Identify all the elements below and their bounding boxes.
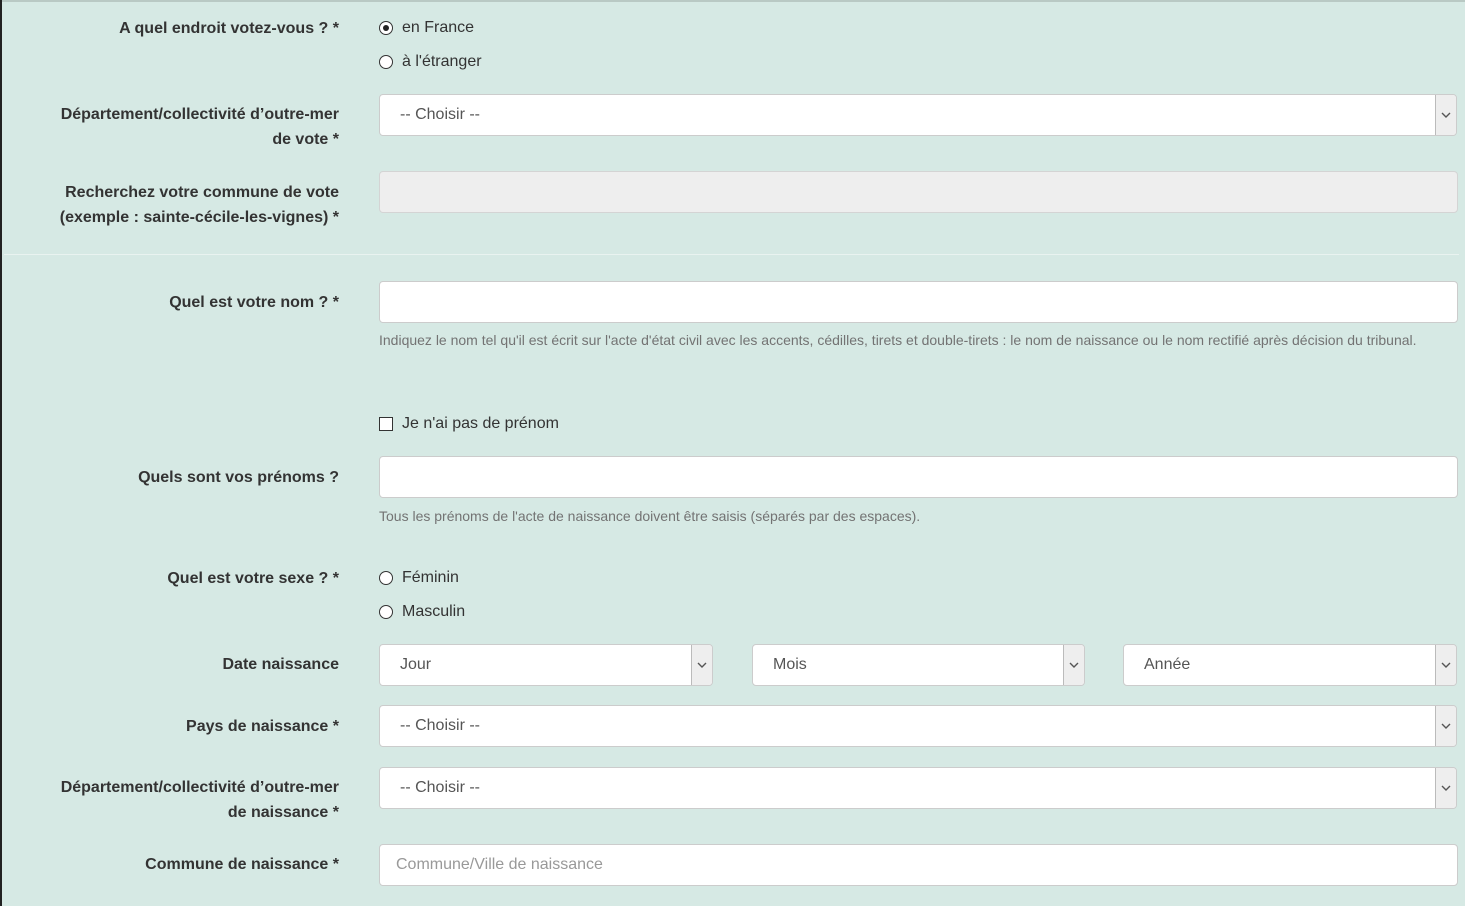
- radio-label-feminin: Féminin: [402, 569, 459, 586]
- radio-button[interactable]: [379, 55, 393, 69]
- commune-naissance-label: Commune de naissance *: [145, 856, 339, 873]
- nom-input[interactable]: [379, 281, 1458, 323]
- date-naissance-label: Date naissance: [222, 656, 339, 673]
- day-value: Jour: [400, 656, 432, 673]
- chevron-down-icon[interactable]: [1435, 706, 1456, 746]
- vote-location-label: A quel endroit votez-vous ? *: [119, 20, 339, 37]
- month-select[interactable]: Mois: [752, 644, 1085, 686]
- chevron-down-icon[interactable]: [1435, 768, 1456, 808]
- no-prenom-checkbox[interactable]: [379, 417, 393, 431]
- commune-naissance-placeholder: Commune/Ville de naissance: [396, 856, 603, 873]
- radio-label-en-france: en France: [402, 19, 475, 36]
- department-vote-label-line1: Département/collectivité d’outre-mer: [60, 106, 339, 123]
- commune-naissance-input[interactable]: Commune/Ville de naissance: [379, 844, 1458, 886]
- prenoms-input[interactable]: [379, 456, 1458, 498]
- radio-label-masculin: Masculin: [402, 603, 466, 620]
- radio-button[interactable]: [379, 605, 393, 619]
- radio-etranger[interactable]: à l'étranger: [379, 52, 482, 72]
- year-value: Année: [1144, 656, 1191, 673]
- pays-naissance-value: -- Choisir --: [400, 717, 480, 734]
- radio-button-checked[interactable]: [379, 21, 393, 35]
- department-vote-label: Département/collectivité d’outre-mer de …: [61, 102, 339, 152]
- department-naissance-label: Département/collectivité d’outre-mer de …: [61, 775, 339, 825]
- top-border: [2, 0, 1465, 2]
- department-vote-label-line2: de vote *: [272, 131, 339, 148]
- pays-naissance-select[interactable]: -- Choisir --: [379, 705, 1457, 747]
- year-select[interactable]: Année: [1123, 644, 1457, 686]
- department-vote-select[interactable]: -- Choisir --: [379, 94, 1457, 136]
- prenoms-help-text: Tous les prénoms de l'acte de naissance …: [379, 508, 921, 524]
- radio-feminin[interactable]: Féminin: [379, 568, 459, 588]
- nom-label: Quel est votre nom ? *: [169, 294, 339, 311]
- department-vote-value: -- Choisir --: [400, 106, 480, 123]
- radio-label-etranger: à l'étranger: [402, 53, 482, 70]
- nom-help-text: Indiquez le nom tel qu'il est écrit sur …: [379, 332, 1417, 348]
- radio-button[interactable]: [379, 571, 393, 585]
- chevron-down-icon[interactable]: [1063, 645, 1084, 685]
- day-select[interactable]: Jour: [379, 644, 713, 686]
- commune-vote-label-line2: (exemple : sainte-cécile-les-vignes) *: [59, 209, 339, 226]
- commune-vote-label: Recherchez votre commune de vote (exempl…: [60, 180, 339, 230]
- prenoms-label: Quels sont vos prénoms ?: [138, 469, 339, 486]
- sexe-label: Quel est votre sexe ? *: [167, 570, 339, 587]
- month-value: Mois: [773, 656, 807, 673]
- radio-masculin[interactable]: Masculin: [379, 602, 465, 622]
- chevron-down-icon[interactable]: [1435, 645, 1456, 685]
- chevron-down-icon[interactable]: [691, 645, 712, 685]
- no-prenom-checkbox-row[interactable]: Je n'ai pas de prénom: [379, 414, 559, 434]
- department-naissance-label-line1: Département/collectivité d’outre-mer: [60, 779, 339, 796]
- pays-naissance-label: Pays de naissance *: [186, 718, 339, 735]
- chevron-down-icon[interactable]: [1435, 95, 1456, 135]
- commune-vote-input[interactable]: [379, 171, 1458, 213]
- commune-vote-label-line1: Recherchez votre commune de vote: [65, 184, 339, 201]
- department-naissance-select[interactable]: -- Choisir --: [379, 767, 1457, 809]
- no-prenom-label: Je n'ai pas de prénom: [402, 415, 559, 432]
- radio-en-france[interactable]: en France: [379, 18, 474, 38]
- department-naissance-value: -- Choisir --: [400, 779, 480, 796]
- department-naissance-label-line2: de naissance *: [227, 804, 339, 821]
- section-divider: [4, 254, 1459, 255]
